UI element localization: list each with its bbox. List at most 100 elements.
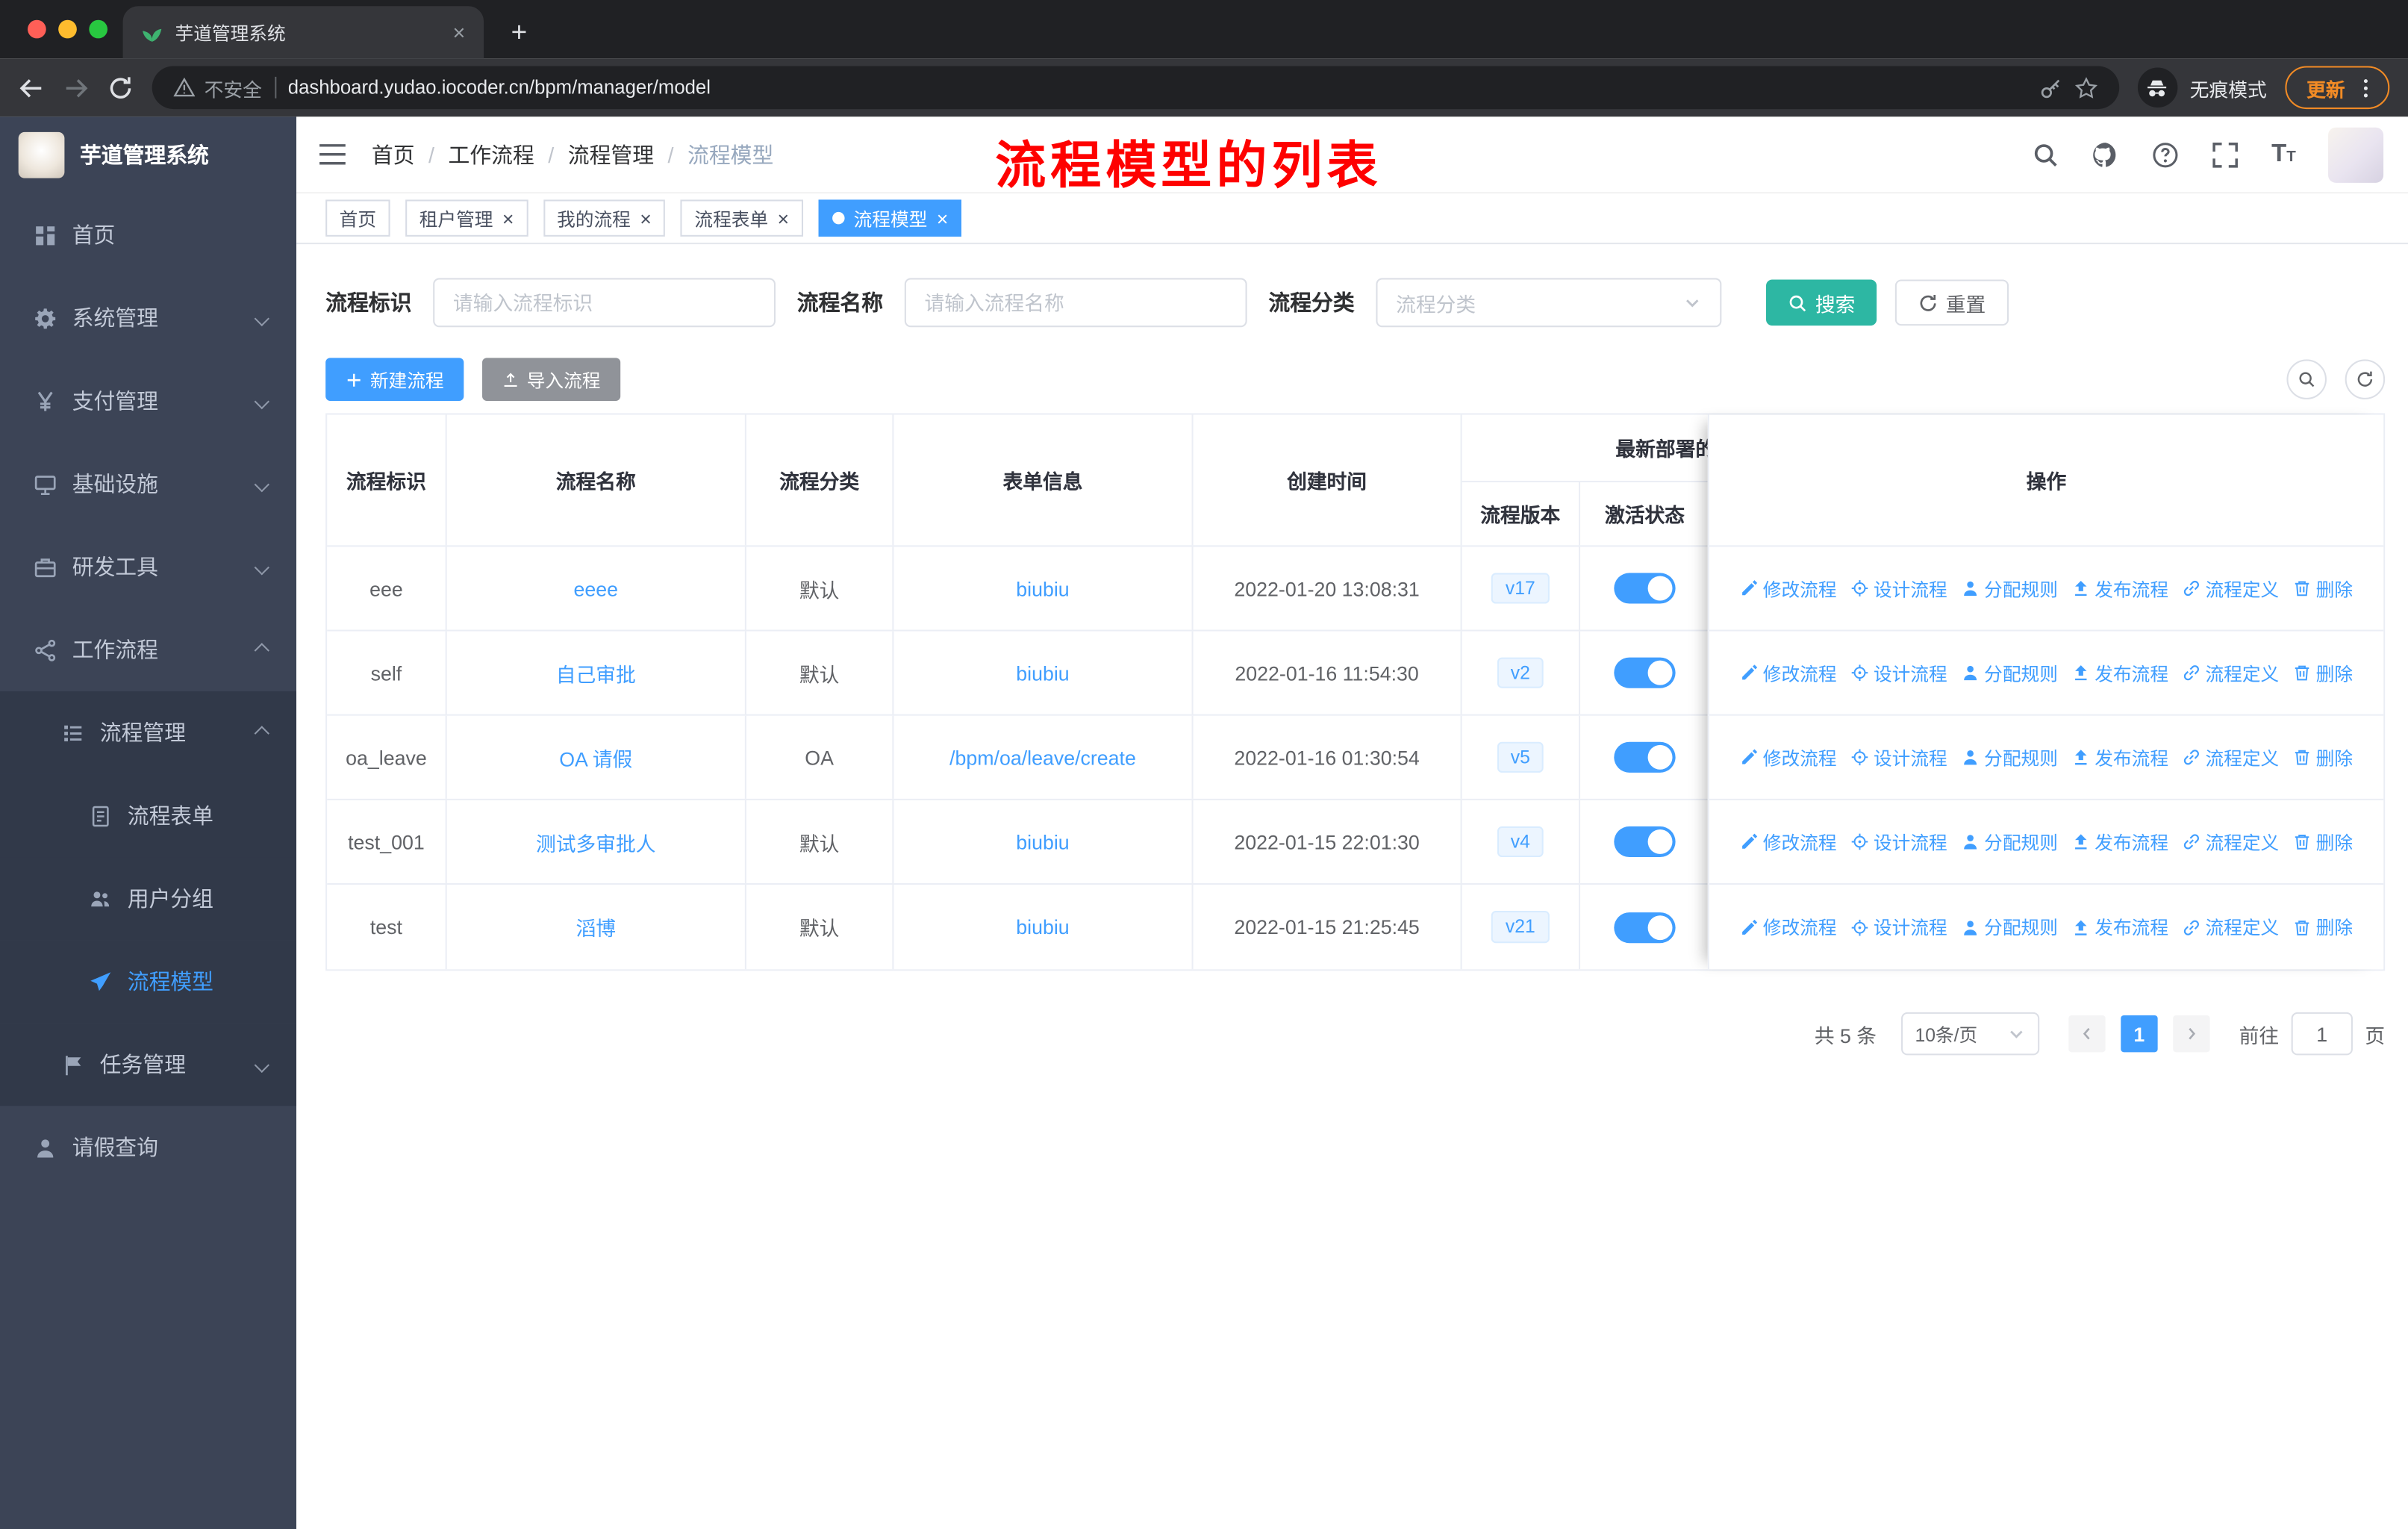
action-process-definition[interactable]: 流程定义 (2183, 744, 2279, 770)
tag-close-icon[interactable]: × (502, 208, 514, 228)
view-tag-3[interactable]: 流程表单 × (680, 199, 803, 237)
process-name-link[interactable]: 测试多审批人 (536, 827, 656, 856)
avatar[interactable] (2328, 126, 2384, 182)
tab-close-icon[interactable]: × (453, 22, 466, 43)
action-modify-process[interactable]: 修改流程 (1740, 829, 1837, 855)
docs-help-icon[interactable] (2152, 140, 2180, 168)
sidebar-item-user-group[interactable]: 用户分组 (0, 857, 297, 941)
page-size-select[interactable]: 10条/页 (1900, 1012, 2040, 1056)
form-info-link[interactable]: biubiu (1016, 830, 1069, 853)
sidebar-item-payment[interactable]: 支付管理 (0, 359, 296, 442)
action-publish-process[interactable]: 发布流程 (2071, 575, 2168, 601)
sidebar-item-workflow[interactable]: 工作流程 (0, 608, 296, 691)
tag-close-icon[interactable]: × (778, 208, 790, 228)
reset-button[interactable]: 重置 (1894, 279, 2009, 326)
action-modify-process[interactable]: 修改流程 (1740, 575, 1837, 601)
create-process-button[interactable]: 新建流程 (325, 358, 464, 401)
import-process-button[interactable]: 导入流程 (482, 358, 621, 401)
browser-menu-icon[interactable] (2354, 76, 2377, 99)
active-toggle[interactable] (1614, 573, 1676, 604)
search-button[interactable]: 搜索 (1766, 279, 1877, 326)
action-delete[interactable]: 删除 (2293, 829, 2353, 855)
close-window-button[interactable] (28, 19, 46, 39)
active-toggle[interactable] (1614, 912, 1676, 943)
hamburger-icon[interactable] (318, 141, 347, 167)
refresh-table-button[interactable] (2345, 359, 2386, 399)
action-publish-process[interactable]: 发布流程 (2071, 829, 2168, 855)
view-tag-2[interactable]: 我的流程 × (543, 199, 666, 237)
action-design-process[interactable]: 设计流程 (1850, 914, 1947, 940)
sidebar-item-task-mgmt[interactable]: 任务管理 (0, 1023, 297, 1106)
sidebar-item-process-form[interactable]: 流程表单 (0, 773, 297, 858)
sidebar-item-process-model[interactable]: 流程模型 (0, 940, 297, 1024)
back-icon[interactable] (19, 75, 45, 101)
prev-page-button[interactable] (2068, 1015, 2106, 1053)
security-status[interactable]: 不安全 (173, 73, 262, 102)
breadcrumb-item[interactable]: 流程模型 (687, 139, 773, 169)
action-modify-process[interactable]: 修改流程 (1740, 744, 1837, 770)
password-key-icon[interactable] (2039, 76, 2062, 99)
current-page-button[interactable]: 1 (2121, 1015, 2158, 1053)
minimize-window-button[interactable] (58, 19, 77, 39)
process-name-link[interactable]: 滔博 (576, 912, 616, 941)
action-delete[interactable]: 删除 (2293, 914, 2353, 940)
toggle-search-button[interactable] (2286, 359, 2327, 399)
new-tab-button[interactable]: + (499, 12, 539, 52)
action-design-process[interactable]: 设计流程 (1850, 744, 1947, 770)
breadcrumb-item[interactable]: 工作流程 (449, 139, 534, 169)
zoom-window-button[interactable] (89, 19, 108, 39)
address-bar[interactable]: 不安全 dashboard.yudao.iocoder.cn/bpm/manag… (152, 66, 2120, 110)
process-name-input[interactable] (924, 290, 1227, 314)
sidebar-item-devtools[interactable]: 研发工具 (0, 526, 296, 608)
sidebar-item-home[interactable]: 首页 (0, 193, 296, 276)
action-assign-rule[interactable]: 分配规则 (1961, 744, 2058, 770)
chrome-update-button[interactable]: 更新 (2285, 66, 2390, 110)
font-size-icon[interactable]: TT (2271, 141, 2296, 166)
breadcrumb-item[interactable]: 流程管理 (568, 139, 654, 169)
action-assign-rule[interactable]: 分配规则 (1961, 914, 2058, 940)
view-tag-0[interactable]: 首页 (325, 199, 390, 237)
tag-close-icon[interactable]: × (640, 208, 652, 228)
action-delete[interactable]: 删除 (2293, 660, 2353, 686)
form-info-link[interactable]: biubiu (1016, 577, 1069, 600)
sidebar-item-system[interactable]: 系统管理 (0, 276, 296, 359)
process-id-input[interactable] (452, 290, 756, 314)
view-tag-1[interactable]: 租户管理 × (405, 199, 528, 237)
process-name-link[interactable]: 自己审批 (556, 658, 636, 688)
sidebar-item-process-mgmt[interactable]: 流程管理 (0, 691, 297, 774)
tag-close-icon[interactable]: × (937, 208, 949, 228)
action-process-definition[interactable]: 流程定义 (2183, 575, 2279, 601)
next-page-button[interactable] (2173, 1015, 2210, 1053)
process-name-link[interactable]: OA 请假 (559, 743, 632, 772)
search-icon[interactable] (2032, 140, 2059, 168)
fullscreen-icon[interactable] (2212, 140, 2239, 168)
bookmark-star-icon[interactable] (2074, 76, 2097, 99)
action-modify-process[interactable]: 修改流程 (1740, 660, 1837, 686)
action-assign-rule[interactable]: 分配规则 (1961, 660, 2058, 686)
action-delete[interactable]: 删除 (2293, 575, 2353, 601)
active-toggle[interactable] (1614, 826, 1676, 858)
action-publish-process[interactable]: 发布流程 (2071, 660, 2168, 686)
action-design-process[interactable]: 设计流程 (1850, 829, 1947, 855)
breadcrumb-item[interactable]: 首页 (372, 139, 415, 169)
action-design-process[interactable]: 设计流程 (1850, 575, 1947, 601)
active-toggle[interactable] (1614, 741, 1676, 773)
action-modify-process[interactable]: 修改流程 (1740, 914, 1837, 940)
form-info-link[interactable]: /bpm/oa/leave/create (949, 746, 1136, 769)
sidebar-item-leave-query[interactable]: 请假查询 (0, 1106, 296, 1189)
github-icon[interactable] (2092, 140, 2119, 168)
action-publish-process[interactable]: 发布流程 (2071, 744, 2168, 770)
action-delete[interactable]: 删除 (2293, 744, 2353, 770)
action-process-definition[interactable]: 流程定义 (2183, 660, 2279, 686)
action-assign-rule[interactable]: 分配规则 (1961, 575, 2058, 601)
action-publish-process[interactable]: 发布流程 (2071, 914, 2168, 940)
action-assign-rule[interactable]: 分配规则 (1961, 829, 2058, 855)
process-name-link[interactable]: eeee (574, 577, 619, 600)
active-toggle[interactable] (1614, 657, 1676, 688)
view-tag-4[interactable]: 流程模型 × (818, 199, 962, 237)
action-process-definition[interactable]: 流程定义 (2183, 914, 2279, 940)
action-design-process[interactable]: 设计流程 (1850, 660, 1947, 686)
category-select[interactable]: 流程分类 (1376, 278, 1722, 328)
sidebar-item-infra[interactable]: 基础设施 (0, 443, 296, 526)
form-info-link[interactable]: biubiu (1016, 661, 1069, 685)
